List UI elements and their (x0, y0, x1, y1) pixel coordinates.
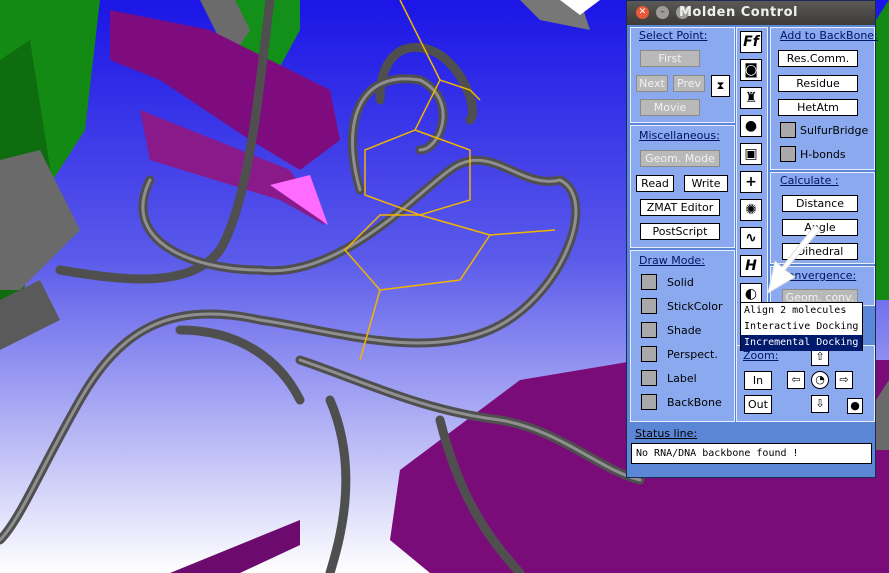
residue-button[interactable]: Residue (778, 75, 858, 92)
draw-mode-title: Draw Mode: (639, 254, 705, 267)
minimize-icon[interactable]: – (656, 6, 669, 19)
toggle-icon[interactable]: ● (847, 398, 863, 414)
add-backbone-title: Add to BackBone: (780, 29, 878, 42)
movie-button[interactable]: Movie (640, 99, 700, 116)
label-label: Label (667, 372, 697, 385)
pointer-arrow-icon (767, 225, 821, 295)
title-bar: ✕ – Molden Control (627, 1, 875, 25)
status-line: No RNA/DNA backbone found ! (631, 443, 872, 464)
miscellaneous-title: Miscellaneous: (639, 129, 720, 142)
zmat-editor-button[interactable]: ZMAT Editor (640, 199, 720, 216)
rotate-right-icon[interactable]: ⇨ (835, 371, 853, 389)
hbond-icon[interactable]: H (740, 255, 762, 277)
molecule-icon[interactable]: ✺ (740, 199, 762, 221)
robot-icon[interactable]: ♜ (740, 87, 762, 109)
res-comm-button[interactable]: Res.Comm. (778, 50, 858, 67)
postscript-button[interactable]: PostScript (640, 223, 720, 240)
align-molecules-item[interactable]: Align 2 molecules (741, 303, 862, 319)
stickcolor-checkbox[interactable] (641, 298, 657, 314)
force-field-icon[interactable]: Ff (740, 31, 762, 53)
solid-checkbox[interactable] (641, 274, 657, 290)
next-button[interactable]: Next (636, 75, 668, 92)
distance-button[interactable]: Distance (782, 195, 858, 212)
select-point-title: Select Point: (639, 29, 708, 42)
geom-mode-button[interactable]: Geom. Mode (640, 150, 720, 167)
shade-label: Shade (667, 324, 702, 337)
hbonds-checkbox[interactable] (780, 146, 796, 162)
sulfurbridge-checkbox[interactable] (780, 122, 796, 138)
read-button[interactable]: Read (636, 175, 674, 192)
rotate-left-icon[interactable]: ⇦ (787, 371, 805, 389)
first-button[interactable]: First (640, 50, 700, 67)
backbone-checkbox[interactable] (641, 394, 657, 410)
dock-menu: Align 2 molecules Interactive Docking In… (740, 302, 863, 351)
solid-label: Solid (667, 276, 694, 289)
incremental-docking-item[interactable]: Incremental Docking (741, 335, 862, 351)
stickcolor-label: StickColor (667, 300, 723, 313)
label-checkbox[interactable] (641, 370, 657, 386)
interactive-docking-item[interactable]: Interactive Docking (741, 319, 862, 335)
rotate-center-icon[interactable]: ◔ (811, 371, 829, 389)
perspective-label: Perspect. (667, 348, 718, 361)
window-title: Molden Control (679, 5, 798, 20)
rotate-down-icon[interactable]: ⇩ (811, 395, 829, 413)
axis-icon[interactable]: + (740, 171, 762, 193)
sulfurbridge-label: SulfurBridge (800, 124, 869, 137)
status-title: Status line: (635, 427, 698, 440)
camera-icon[interactable]: ◙ (740, 59, 762, 81)
shade-checkbox[interactable] (641, 322, 657, 338)
prev-button[interactable]: Prev (673, 75, 705, 92)
hetatm-button[interactable]: HetAtm (778, 99, 858, 116)
hbonds-label: H-bonds (800, 148, 846, 161)
apple-icon[interactable]: ● (740, 115, 762, 137)
vibration-icon[interactable]: ∿ (740, 227, 762, 249)
zoom-in-button[interactable]: In (744, 371, 772, 390)
close-icon[interactable]: ✕ (636, 6, 649, 19)
backbone-label: BackBone (667, 396, 722, 409)
cube-icon[interactable]: ▣ (740, 143, 762, 165)
perspective-checkbox[interactable] (641, 346, 657, 362)
calculate-title: Calculate : (780, 174, 839, 187)
zoom-out-button[interactable]: Out (744, 395, 772, 414)
hourglass-icon[interactable]: ⧗ (711, 75, 730, 97)
write-button[interactable]: Write (684, 175, 728, 192)
